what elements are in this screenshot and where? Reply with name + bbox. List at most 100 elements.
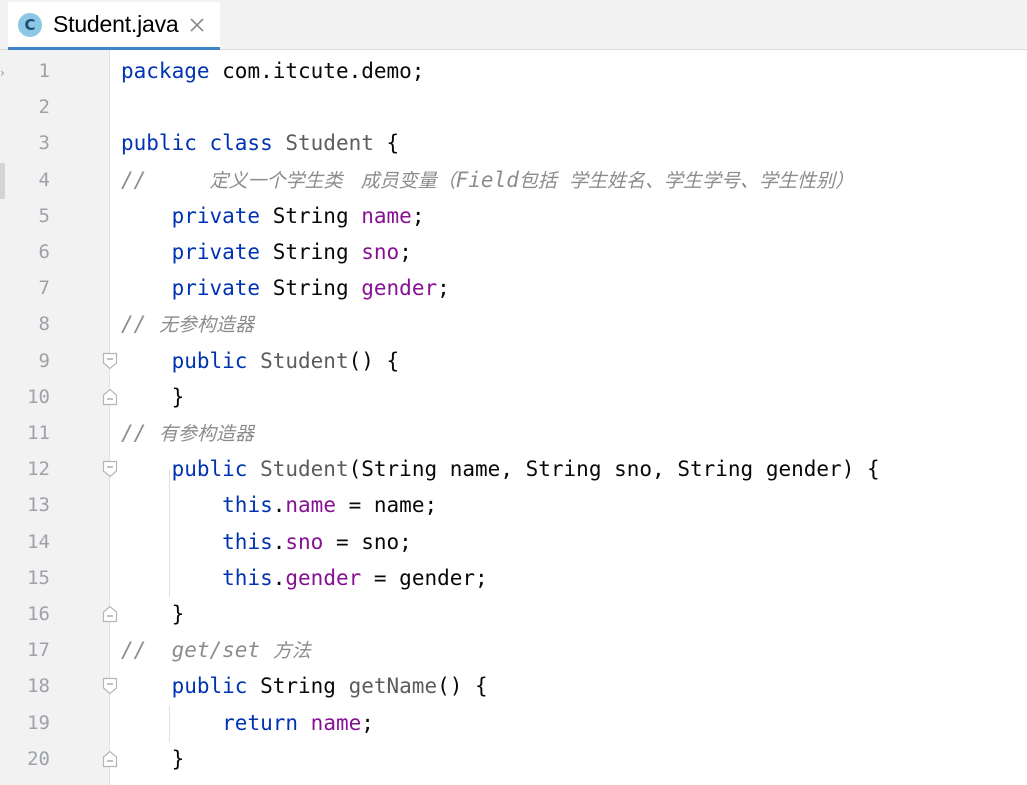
line-number: 5 (38, 204, 50, 227)
code-token: String (260, 276, 362, 301)
line-number: 1 (38, 60, 50, 82)
code-token: 包括 学生姓名、学生学号、学生性别） (518, 169, 854, 192)
code-token: 无参构造器 (158, 314, 254, 337)
code-token: gender (361, 276, 438, 301)
code-token: = name; (335, 493, 438, 518)
fold-open-icon[interactable] (102, 460, 118, 478)
code-token: Student (260, 457, 349, 482)
code-line[interactable]: public class Student { (121, 125, 399, 161)
code-token: } (121, 602, 185, 626)
code-token: String (260, 240, 362, 264)
code-token: name (285, 493, 336, 518)
code-token: // (121, 167, 210, 192)
code-line[interactable]: package com.itcute.demo; (121, 53, 424, 89)
line-number: 4 (38, 168, 50, 191)
editor-tab-bar: C Student.java (0, 0, 1027, 50)
line-number: 19 (27, 711, 50, 734)
code-token: sno (285, 529, 324, 554)
code-token: Student (260, 348, 349, 373)
code-line[interactable]: this.gender = gender; (121, 560, 488, 596)
code-line[interactable]: private String sno; (121, 234, 412, 270)
code-line[interactable]: } (121, 741, 185, 777)
code-line[interactable]: // 有参构造器 (121, 415, 254, 451)
line-number: 16 (27, 603, 50, 625)
code-token: Field (455, 167, 519, 192)
code-token: } (121, 746, 185, 771)
code-line[interactable]: } (121, 596, 185, 632)
code-token: return (222, 710, 299, 735)
line-number: 17 (27, 639, 50, 662)
line-number: 6 (38, 241, 50, 263)
fold-open-icon[interactable] (102, 352, 118, 370)
code-token: () { (437, 674, 488, 699)
code-token: // (121, 312, 159, 337)
code-token: name (310, 710, 362, 735)
fold-close-icon[interactable] (102, 605, 118, 623)
code-token: ; (361, 710, 374, 735)
code-token: = gender; (361, 565, 488, 590)
code-line[interactable]: public Student(String name, String sno, … (121, 451, 880, 487)
code-token: this (222, 529, 273, 554)
code-token: gender (285, 565, 362, 590)
code-token: com.itcute.demo; (209, 59, 425, 83)
code-token: { (373, 131, 400, 156)
code-token: String (260, 203, 362, 228)
fold-close-icon[interactable] (102, 388, 118, 406)
code-line[interactable]: // get/set 方法 (121, 632, 311, 668)
code-line[interactable]: // 无参构造器 (121, 306, 254, 342)
close-icon[interactable] (188, 16, 206, 34)
code-line[interactable]: } (121, 379, 185, 415)
code-token: private (171, 276, 261, 301)
code-token: = sno; (323, 529, 412, 554)
code-line[interactable]: return name; (121, 705, 374, 741)
code-token: private (171, 240, 261, 264)
code-token: ; (399, 240, 412, 264)
code-token: public class (121, 131, 286, 156)
code-line[interactable]: public String getName() { (121, 668, 488, 704)
line-number: 14 (27, 530, 50, 553)
line-number: 9 (38, 349, 50, 372)
line-number: 15 (27, 566, 50, 589)
code-token: public (171, 457, 248, 482)
code-line[interactable]: this.sno = sno; (121, 524, 412, 560)
code-token: // get/set (121, 638, 273, 663)
tab-student-java[interactable]: C Student.java (8, 2, 220, 50)
code-token: name (361, 203, 412, 228)
code-token: sno (361, 240, 400, 264)
code-token: Student (285, 131, 374, 156)
code-line[interactable]: private String name; (121, 198, 425, 234)
line-number: 13 (27, 494, 50, 517)
fold-close-icon[interactable] (102, 750, 118, 768)
code-token: ; (437, 276, 450, 301)
code-token: . (272, 529, 286, 554)
line-number: 10 (27, 385, 50, 408)
code-token: public (171, 674, 248, 699)
fold-open-icon[interactable] (102, 677, 118, 695)
code-token: } (121, 384, 185, 409)
code-token: // (121, 421, 159, 445)
code-token: () { (348, 348, 400, 373)
line-number: 11 (27, 422, 50, 444)
code-token: private (171, 203, 261, 228)
code-token: (String name, String sno, String gender)… (348, 457, 880, 482)
line-number: 20 (27, 747, 50, 770)
code-line[interactable]: this.name = name; (121, 487, 437, 523)
code-token: . (272, 493, 286, 518)
code-editor[interactable]: › package com.itcute.demo; public class S… (0, 50, 1027, 785)
code-token: this (222, 565, 273, 590)
code-token: public (171, 348, 248, 373)
code-line[interactable]: private String gender; (121, 270, 450, 306)
code-line[interactable]: public Student() { (121, 343, 400, 379)
code-line[interactable]: // 定义一个学生类 成员变量（Field包括 学生姓名、学生学号、学生性别） (121, 162, 854, 198)
